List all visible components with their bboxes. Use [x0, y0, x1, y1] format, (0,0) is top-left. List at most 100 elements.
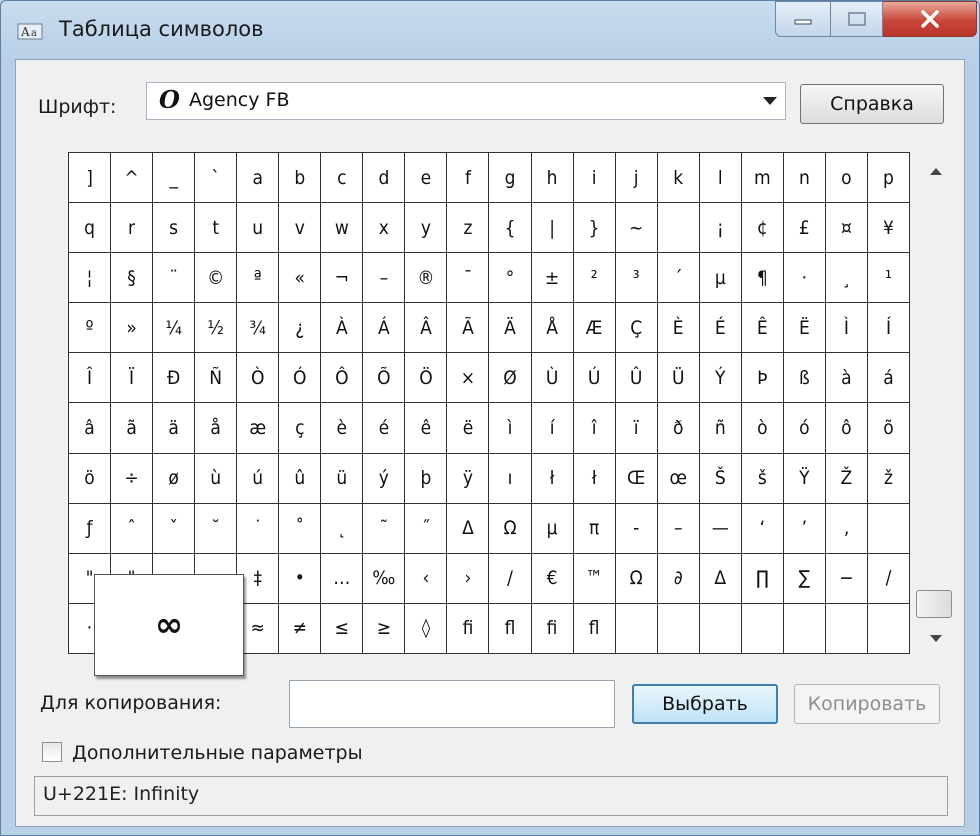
character-cell[interactable]: -	[615, 503, 658, 554]
character-cell[interactable]: l	[699, 153, 742, 204]
character-cell[interactable]: ×	[447, 353, 490, 404]
character-cell[interactable]: Ç	[615, 303, 658, 354]
character-cell[interactable]: `	[195, 153, 238, 204]
character-cell[interactable]: Í	[867, 303, 910, 354]
character-cell[interactable]: §	[111, 253, 154, 304]
character-cell[interactable]: ﬁ	[447, 603, 490, 654]
character-cell[interactable]: à	[825, 353, 868, 404]
character-cell[interactable]: Ö	[405, 353, 448, 404]
character-cell[interactable]: ™	[573, 553, 616, 604]
character-cell[interactable]: ·	[783, 253, 826, 304]
character-cell[interactable]: Ÿ	[783, 453, 826, 504]
character-cell[interactable]: ê	[405, 403, 448, 454]
character-cell[interactable]: ~	[615, 203, 658, 254]
character-cell[interactable]: ]	[69, 153, 112, 204]
character-cell[interactable]: _	[153, 153, 196, 204]
character-cell[interactable]: ®	[405, 253, 448, 304]
character-cell[interactable]: «	[279, 253, 322, 304]
character-cell[interactable]: Õ	[363, 353, 406, 404]
character-cell[interactable]: Œ	[615, 453, 658, 504]
copy-button[interactable]: Копировать	[794, 684, 940, 724]
character-cell[interactable]: »	[111, 303, 154, 354]
character-cell[interactable]: ˇ	[153, 503, 196, 554]
close-button[interactable]	[883, 1, 977, 37]
character-cell[interactable]: μ	[531, 503, 574, 554]
character-cell[interactable]: ›	[447, 553, 490, 604]
character-cell[interactable]: ‘	[741, 503, 784, 554]
character-cell[interactable]: ¼	[153, 303, 196, 354]
character-cell[interactable]: k	[657, 153, 700, 204]
character-cell[interactable]: Æ	[573, 303, 616, 354]
character-cell[interactable]: Ð	[153, 353, 196, 404]
character-cell[interactable]: Ø	[489, 353, 532, 404]
character-cell[interactable]: •	[279, 553, 322, 604]
scrollbar-thumb[interactable]	[916, 590, 952, 618]
character-cell[interactable]: d	[363, 153, 406, 204]
character-cell[interactable]: ˜	[363, 503, 406, 554]
character-cell[interactable]: è	[321, 403, 364, 454]
character-cell[interactable]: î	[573, 403, 616, 454]
character-cell[interactable]	[867, 503, 910, 554]
character-cell[interactable]: ú	[237, 453, 280, 504]
character-cell[interactable]	[657, 603, 700, 654]
character-cell[interactable]: g	[489, 153, 532, 204]
character-cell[interactable]: ∕	[867, 553, 910, 604]
character-cell[interactable]: Š	[699, 453, 742, 504]
character-cell[interactable]: ù	[195, 453, 238, 504]
character-cell[interactable]: ∂	[657, 553, 700, 604]
character-cell[interactable]: ò	[741, 403, 784, 454]
character-cell[interactable]: £	[783, 203, 826, 254]
character-cell[interactable]: ý	[363, 453, 406, 504]
character-cell[interactable]: ∆	[699, 553, 742, 604]
characters-to-copy-input[interactable]	[289, 680, 615, 728]
character-cell[interactable]: –	[657, 503, 700, 554]
character-cell[interactable]: ±	[531, 253, 574, 304]
character-cell[interactable]: h	[531, 153, 574, 204]
character-cell[interactable]: ƒ	[69, 503, 112, 554]
character-cell[interactable]: Ã	[447, 303, 490, 354]
character-cell[interactable]: ñ	[699, 403, 742, 454]
character-cell[interactable]: ß	[783, 353, 826, 404]
character-cell[interactable]: o	[825, 153, 868, 204]
character-cell[interactable]: ©	[195, 253, 238, 304]
scroll-up-arrow-icon[interactable]	[930, 168, 942, 175]
character-cell[interactable]: á	[867, 353, 910, 404]
advanced-view-label[interactable]: Дополнительные параметры	[72, 742, 363, 764]
character-cell[interactable]: ë	[447, 403, 490, 454]
character-cell[interactable]: Î	[69, 353, 112, 404]
character-cell[interactable]: Ù	[531, 353, 574, 404]
character-cell[interactable]: u	[237, 203, 280, 254]
select-button[interactable]: Выбрать	[632, 684, 778, 724]
character-cell[interactable]: Ñ	[195, 353, 238, 404]
character-cell[interactable]: Ú	[573, 353, 616, 404]
character-cell[interactable]: ł	[573, 453, 616, 504]
character-cell[interactable]: ‹	[405, 553, 448, 604]
title-bar[interactable]: A a Таблица символов	[1, 1, 980, 57]
character-cell[interactable]: {	[489, 203, 532, 254]
character-cell[interactable]: ¢	[741, 203, 784, 254]
character-cell[interactable]: ´	[657, 253, 700, 304]
character-cell[interactable]: í	[531, 403, 574, 454]
character-cell[interactable]: |	[531, 203, 574, 254]
character-cell[interactable]: ˆ	[111, 503, 154, 554]
character-cell[interactable]: j	[615, 153, 658, 204]
character-cell[interactable]: ≠	[279, 603, 322, 654]
character-cell[interactable]: ﬂ	[573, 603, 616, 654]
character-cell[interactable]: ¯	[447, 253, 490, 304]
character-cell[interactable]: p	[867, 153, 910, 204]
character-cell[interactable]: ¹	[867, 253, 910, 304]
character-cell[interactable]: ª	[237, 253, 280, 304]
character-cell[interactable]: ü	[321, 453, 364, 504]
character-cell[interactable]: â	[69, 403, 112, 454]
character-cell[interactable]: r	[111, 203, 154, 254]
character-cell[interactable]: s	[153, 203, 196, 254]
character-cell[interactable]: Ω	[615, 553, 658, 604]
character-cell[interactable]: ˝	[405, 503, 448, 554]
character-cell[interactable]: ï	[615, 403, 658, 454]
help-button[interactable]: Справка	[800, 84, 944, 124]
character-cell[interactable]: €	[531, 553, 574, 604]
character-cell[interactable]: /	[489, 553, 532, 604]
character-cell[interactable]: v	[279, 203, 322, 254]
character-cell[interactable]: ¤	[825, 203, 868, 254]
character-cell[interactable]: Þ	[741, 353, 784, 404]
